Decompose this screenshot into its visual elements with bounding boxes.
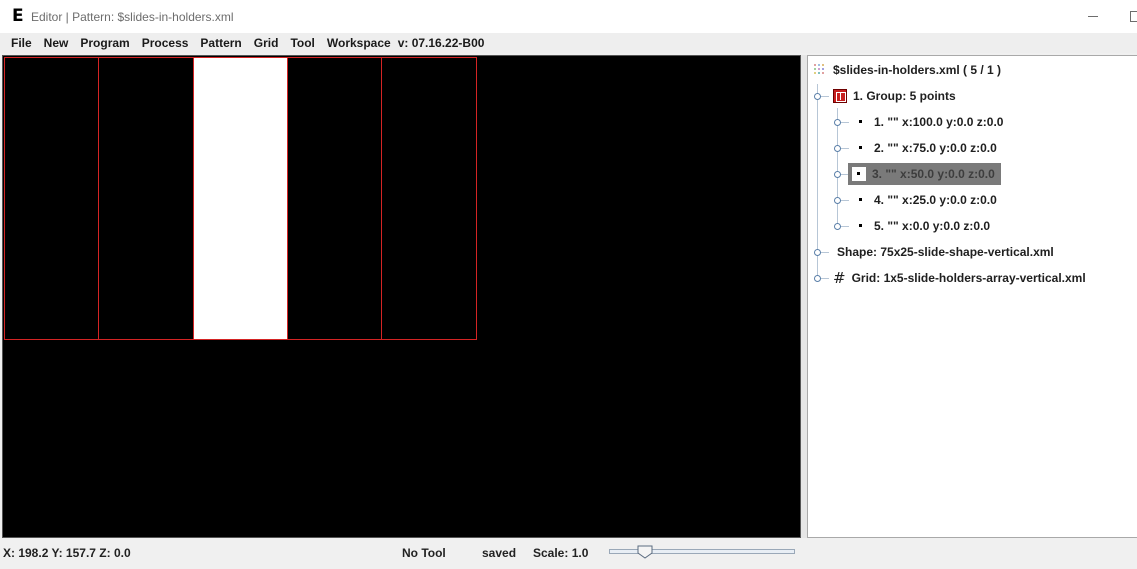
point-icon <box>856 143 866 153</box>
pattern-file-icon <box>813 63 827 77</box>
save-status: saved <box>482 546 517 560</box>
tree-connector <box>837 108 838 228</box>
slide-slot-highlighted[interactable] <box>193 57 288 340</box>
slide-slot[interactable] <box>4 57 99 340</box>
app-icon: E <box>12 6 24 26</box>
tree-point[interactable]: 2. "" x:75.0 y:0.0 z:0.0 <box>856 137 997 159</box>
menu-file[interactable]: File <box>11 36 32 50</box>
point-icon <box>856 117 866 127</box>
tree-shape[interactable]: Shape: 75x25-slide-shape-vertical.xml <box>837 241 1054 263</box>
scale-slider-thumb[interactable] <box>637 545 653 559</box>
tree-point-label: 2. "" x:75.0 y:0.0 z:0.0 <box>874 141 997 155</box>
point-toggle-icon[interactable] <box>834 197 841 204</box>
tree-shape-label: Shape: 75x25-slide-shape-vertical.xml <box>837 245 1054 259</box>
point-icon <box>852 167 866 181</box>
tree-grid-label: Grid: 1x5-slide-holders-array-vertical.x… <box>851 271 1086 285</box>
maximize-icon[interactable] <box>1124 6 1137 26</box>
menu-new[interactable]: New <box>44 36 69 50</box>
scale-slider[interactable] <box>609 545 795 559</box>
window-title: Editor | Pattern: $slides-in-holders.xml <box>31 10 234 24</box>
tree-point[interactable]: 5. "" x:0.0 y:0.0 z:0.0 <box>856 215 990 237</box>
point-icon <box>856 195 866 205</box>
group-toggle-icon[interactable] <box>814 93 821 100</box>
menu-tool[interactable]: Tool <box>290 36 314 50</box>
grid-toggle-icon[interactable] <box>814 275 821 282</box>
cursor-coordinates: X: 198.2 Y: 157.7 Z: 0.0 <box>3 546 131 560</box>
pattern-canvas[interactable] <box>2 55 801 538</box>
menu-pattern[interactable]: Pattern <box>200 36 241 50</box>
tree-grid[interactable]: # Grid: 1x5-slide-holders-array-vertical… <box>833 267 1086 289</box>
point-toggle-icon[interactable] <box>834 119 841 126</box>
menu-grid[interactable]: Grid <box>254 36 279 50</box>
slide-slot[interactable] <box>98 57 194 340</box>
menu-bar: File New Program Process Pattern Grid To… <box>0 33 1137 53</box>
tree-root[interactable]: $slides-in-holders.xml ( 5 / 1 ) <box>813 59 1001 81</box>
shape-toggle-icon[interactable] <box>814 249 821 256</box>
version-label: v: 07.16.22-B00 <box>397 36 485 50</box>
menu-program[interactable]: Program <box>80 36 129 50</box>
current-tool: No Tool <box>402 546 446 560</box>
point-toggle-icon[interactable] <box>834 223 841 230</box>
tree-point-label: 5. "" x:0.0 y:0.0 z:0.0 <box>874 219 991 233</box>
grid-icon: # <box>833 269 846 287</box>
slide-slot[interactable] <box>287 57 382 340</box>
point-toggle-icon[interactable] <box>834 145 841 152</box>
tree-root-label: $slides-in-holders.xml ( 5 / 1 ) <box>833 63 1002 77</box>
tree-point[interactable]: 1. "" x:100.0 y:0.0 z:0.0 <box>856 111 1003 133</box>
pattern-tree: $slides-in-holders.xml ( 5 / 1 ) 1. Grou… <box>807 55 1137 538</box>
tree-group-label: 1. Group: 5 points <box>853 89 956 103</box>
scale-label: Scale: 1.0 <box>533 546 589 560</box>
minimize-icon[interactable] <box>1084 6 1104 26</box>
tree-point-selected[interactable]: 3. "" x:50.0 y:0.0 z:0.0 <box>848 163 1001 185</box>
slide-slot[interactable] <box>381 57 477 340</box>
point-toggle-icon[interactable] <box>834 171 841 178</box>
tree-point-label: 3. "" x:50.0 y:0.0 z:0.0 <box>872 167 995 181</box>
group-icon <box>833 89 847 103</box>
title-bar: E Editor | Pattern: $slides-in-holders.x… <box>0 0 1137 33</box>
menu-process[interactable]: Process <box>142 36 189 50</box>
tree-point-label: 4. "" x:25.0 y:0.0 z:0.0 <box>874 193 997 207</box>
status-bar: X: 198.2 Y: 157.7 Z: 0.0 No Tool saved S… <box>0 538 1137 569</box>
tree-point[interactable]: 4. "" x:25.0 y:0.0 z:0.0 <box>856 189 997 211</box>
point-icon <box>856 221 866 231</box>
menu-workspace[interactable]: Workspace <box>327 36 391 50</box>
tree-point-label: 1. "" x:100.0 y:0.0 z:0.0 <box>874 115 1004 129</box>
tree-group[interactable]: 1. Group: 5 points <box>833 85 956 107</box>
